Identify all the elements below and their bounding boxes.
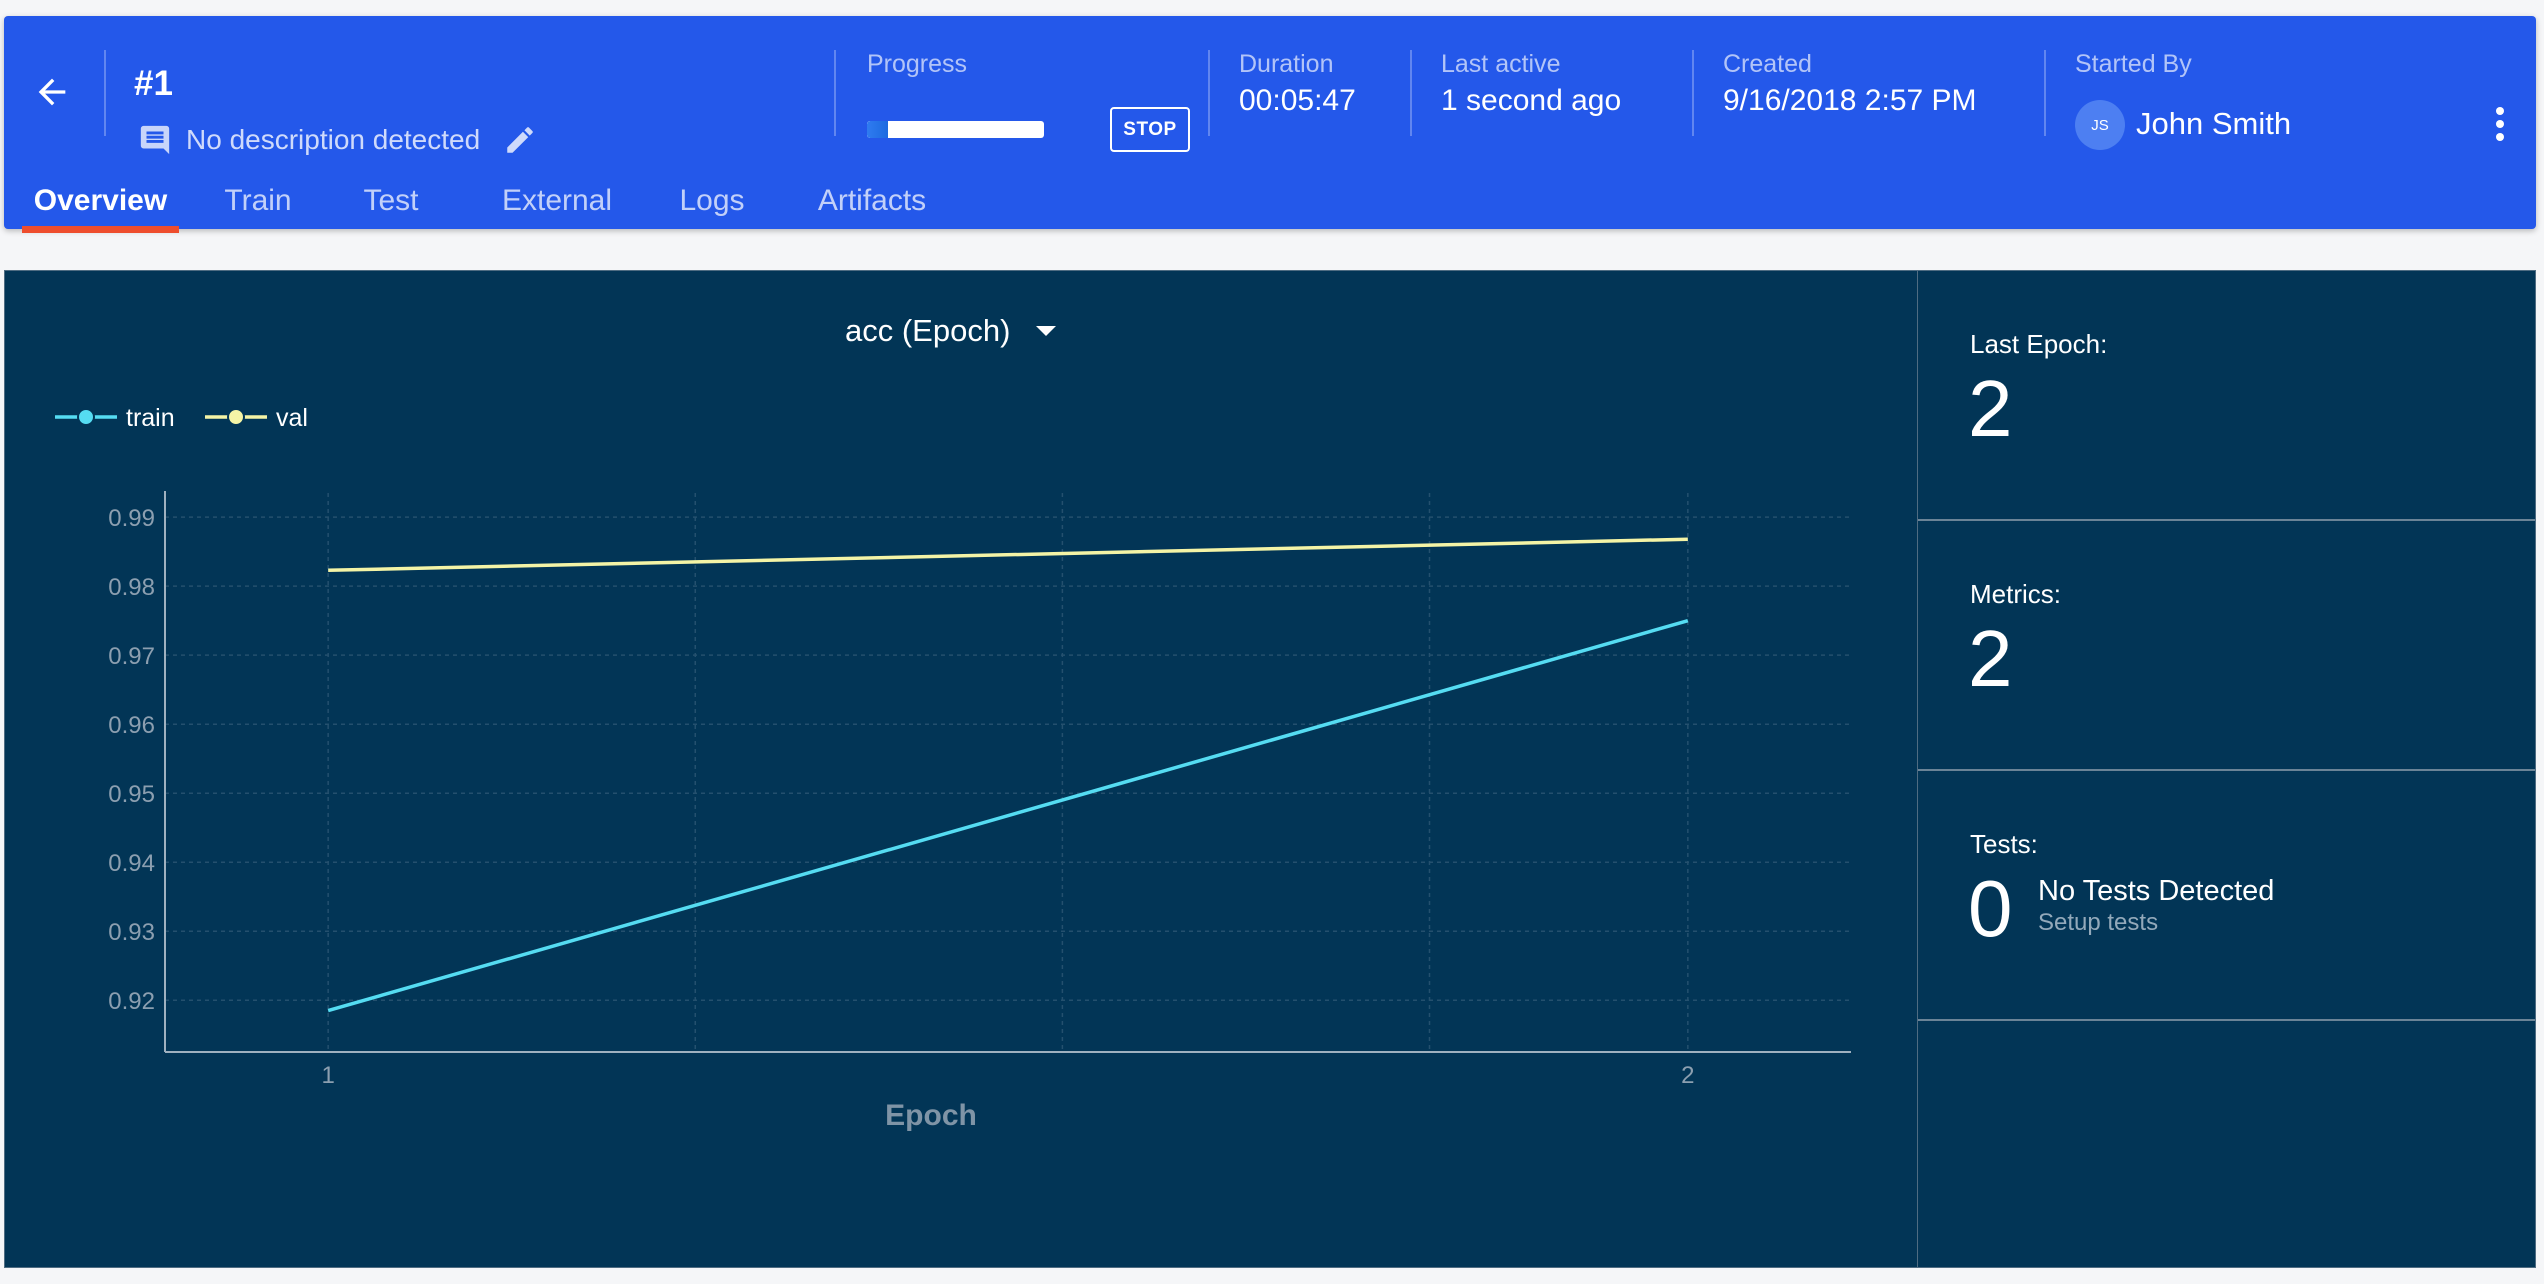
run-id: #1 (134, 64, 173, 103)
accuracy-chart: 0.92 0.93 0.94 0.95 0.96 0.97 0.98 0.99 1 2 Epoch t… (55, 404, 1851, 1132)
series-line-train (327, 618, 1689, 1013)
y-tick-label: 0.95 (108, 781, 155, 808)
metrics-card: Metrics: 2 (1918, 521, 2535, 771)
tab-train[interactable]: Train (208, 166, 308, 229)
y-tick-label: 0.98 (108, 574, 155, 601)
last-epoch-value: 2 (1968, 364, 2013, 453)
metrics-value: 2 (1968, 614, 2013, 703)
avatar[interactable]: JS (2075, 100, 2125, 150)
comment-icon (136, 121, 174, 159)
run-description: No description detected (136, 120, 540, 160)
x-axis-title: Epoch (885, 1099, 977, 1132)
run-header: #1 No description detected Progress STOP… (4, 16, 2536, 233)
legend-marker-val (227, 408, 245, 426)
series-line-val (328, 537, 1688, 573)
no-tests-text: No Tests Detected (2038, 875, 2275, 907)
progress-label: Progress (867, 50, 968, 78)
y-tick-label: 0.99 (108, 505, 155, 532)
tab-logs[interactable]: Logs (662, 166, 762, 229)
duration-label: Duration (1239, 50, 1334, 78)
divider (104, 50, 106, 136)
tab-external[interactable]: External (492, 166, 622, 229)
created-value: 9/16/2018 2:57 PM (1723, 84, 1977, 117)
metrics-label: Metrics: (1970, 579, 2061, 609)
legend-label-val: val (276, 404, 308, 432)
y-tick-label: 0.94 (108, 850, 155, 877)
x-tick-label: 2 (1681, 1062, 1694, 1089)
x-tick-label: 1 (321, 1062, 334, 1089)
tests-label: Tests: (1970, 829, 2038, 859)
more-options-button[interactable] (2478, 94, 2522, 154)
created-label: Created (1723, 50, 1812, 78)
tab-overview[interactable]: Overview (22, 166, 179, 229)
tests-card: Tests: 0 No Tests Detected Setup tests (1918, 771, 2535, 1021)
divider (834, 50, 836, 136)
duration-value: 00:05:47 (1239, 84, 1356, 117)
legend-marker-train (77, 408, 95, 426)
stop-button[interactable]: STOP (1110, 107, 1190, 152)
divider (1692, 50, 1694, 136)
legend-label-train: train (126, 404, 175, 432)
y-tick-label: 0.92 (108, 988, 155, 1015)
divider (1410, 50, 1412, 136)
tab-artifacts[interactable]: Artifacts (792, 166, 952, 229)
back-button[interactable] (26, 66, 78, 118)
description-text: No description detected (186, 124, 481, 155)
user-name: John Smith (2136, 106, 2292, 141)
arrow-back-icon (38, 78, 66, 106)
last-epoch-label: Last Epoch: (1970, 329, 2108, 359)
more-vert-icon (2496, 107, 2504, 141)
setup-tests-link[interactable]: Setup tests (2038, 909, 2158, 937)
divider (2044, 50, 2046, 136)
y-tick-label: 0.93 (108, 919, 155, 946)
progress-fill (867, 121, 889, 138)
chart-panel: acc (Epoch) 0.92 0.93 0.94 0.95 0.96 0.97 0.98… (4, 270, 1918, 1268)
tests-value: 0 (1968, 864, 2013, 953)
divider (1208, 50, 1210, 136)
started-by-label: Started By (2075, 50, 2192, 78)
last-epoch-card: Last Epoch: 2 (1918, 271, 2535, 521)
active-tab-indicator (22, 226, 179, 233)
y-tick-label: 0.96 (108, 712, 155, 739)
stats-panel: Last Epoch: 2 Metrics: 2 Tests: 0 No Tes… (1918, 270, 2536, 1268)
pencil-icon[interactable] (500, 120, 540, 160)
last-active-label: Last active (1441, 50, 1561, 78)
tab-test[interactable]: Test (336, 166, 446, 229)
y-tick-label: 0.97 (108, 643, 155, 670)
last-active-value: 1 second ago (1441, 84, 1622, 117)
progress-bar (867, 121, 1044, 138)
